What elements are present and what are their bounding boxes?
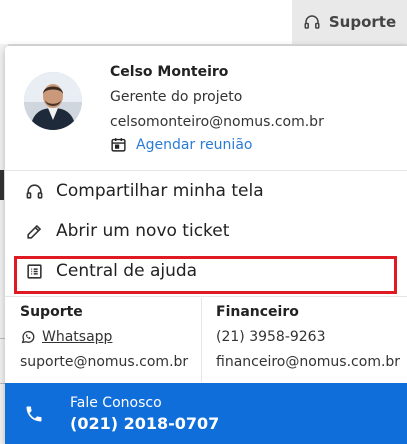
pencil-icon — [27, 224, 42, 239]
menu-item-label: Abrir um novo ticket — [56, 221, 230, 241]
schedule-meeting-label: Agendar reunião — [136, 136, 253, 153]
support-dropdown: Celso Monteiro Gerente do projeto celsom… — [5, 46, 407, 444]
finance-info: Financeiro (21) 3958-9263 financeiro@nom… — [216, 298, 406, 382]
finance-title: Financeiro — [216, 304, 299, 320]
menu-item-share-screen[interactable]: Compartilhar minha tela — [5, 171, 407, 211]
support-label: Suporte — [328, 13, 397, 31]
phone-icon — [26, 406, 42, 422]
whatsapp-label: Whatsapp — [42, 329, 113, 345]
contact-card: Celso Monteiro Gerente do projeto celsom… — [5, 46, 407, 170]
column-divider — [201, 298, 202, 382]
finance-phone: (21) 3958-9263 — [216, 329, 326, 345]
menu-item-new-ticket[interactable]: Abrir um novo ticket — [5, 211, 407, 251]
schedule-meeting-link[interactable]: Agendar reunião — [110, 136, 252, 153]
contact-us-button[interactable]: Fale Conosco (021) 2018-0707 — [5, 383, 407, 444]
support-button[interactable]: Suporte — [292, 0, 407, 44]
avatar — [24, 72, 82, 130]
contact-email: celsomonteiro@nomus.com.br — [110, 114, 324, 130]
divider — [5, 296, 407, 297]
whatsapp-icon — [21, 330, 35, 344]
support-info: Suporte Whatsapp suporte@nomus.com.br — [20, 298, 200, 382]
menu-item-label: Compartilhar minha tela — [56, 181, 264, 201]
help-center-highlight — [14, 256, 397, 294]
calendar-icon — [111, 138, 126, 152]
contact-name: Celso Monteiro — [110, 64, 229, 80]
support-title: Suporte — [20, 304, 83, 320]
contact-role: Gerente do projeto — [110, 89, 243, 105]
contact-us-phone: (021) 2018-0707 — [70, 414, 220, 433]
page-fragment — [0, 170, 4, 200]
contact-us-label: Fale Conosco — [70, 395, 162, 411]
whatsapp-link[interactable]: Whatsapp — [20, 329, 112, 345]
headset-icon — [304, 15, 320, 29]
headset-icon — [26, 183, 43, 199]
finance-email: financeiro@nomus.com.br — [216, 354, 401, 370]
support-email: suporte@nomus.com.br — [20, 354, 189, 370]
